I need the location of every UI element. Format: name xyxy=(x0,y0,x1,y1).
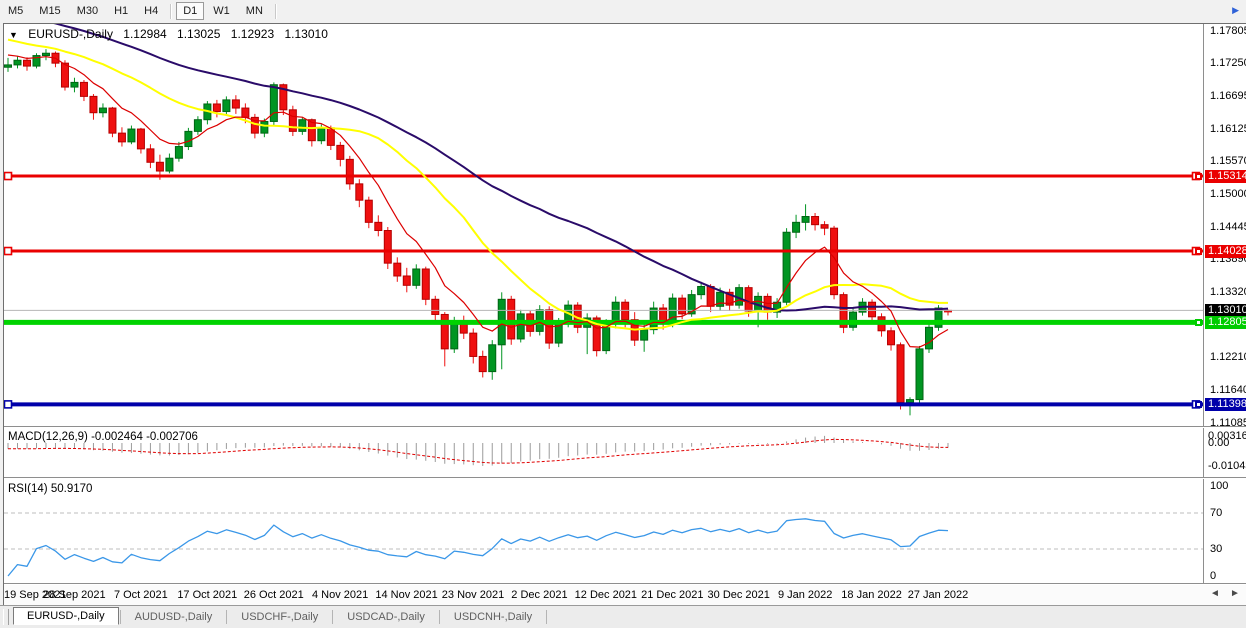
macd-axis-label: 0.00 xyxy=(1208,437,1229,449)
date-axis-label: 4 Nov 2021 xyxy=(312,589,368,601)
chart-tab-usdchf[interactable]: USDCHF-,Daily xyxy=(228,609,331,625)
macd-axis-label: -0.010433 xyxy=(1208,460,1246,472)
hline-handle[interactable] xyxy=(1195,248,1202,255)
price-axis-label: 1.17250 xyxy=(1210,57,1246,69)
ohlc-high: 1.13025 xyxy=(177,27,220,41)
pane-separator-main-macd[interactable] xyxy=(4,426,1246,428)
ohlc-open: 1.12984 xyxy=(123,27,166,41)
chart-tab-eurusd[interactable]: EURUSD-,Daily xyxy=(13,607,119,625)
tab-separator xyxy=(546,610,547,624)
hline-handle[interactable] xyxy=(5,401,12,408)
ma-medium-line xyxy=(8,40,948,330)
date-axis-label: 12 Dec 2021 xyxy=(575,589,637,601)
date-axis-label: 2 Dec 2021 xyxy=(511,589,567,601)
main-price-pane xyxy=(4,13,1203,415)
candlesticks xyxy=(5,49,952,415)
hline-handle[interactable] xyxy=(1195,319,1202,326)
toolbar-overflow-icon[interactable]: ▶ xyxy=(1232,5,1239,16)
date-axis-label: 23 Nov 2021 xyxy=(442,589,504,601)
horizontal-lines[interactable] xyxy=(4,173,1203,408)
price-axis-label: 1.12210 xyxy=(1210,351,1246,363)
timeframe-button-m5[interactable]: M5 xyxy=(1,2,30,20)
chart-tabs-bar: EURUSD-,DailyAUDUSD-,DailyUSDCHF-,DailyU… xyxy=(0,605,1246,628)
symbol-dropdown-icon[interactable]: ▼ xyxy=(9,30,18,40)
date-axis-label: 18 Jan 2022 xyxy=(841,589,902,601)
window-left-border xyxy=(3,23,4,605)
rsi-axis-label: 100 xyxy=(1210,480,1228,492)
timeframe-button-w1[interactable]: W1 xyxy=(206,2,237,20)
tab-separator xyxy=(120,610,121,624)
price-axis-label: 1.14445 xyxy=(1210,221,1246,233)
rsi-pane xyxy=(4,513,1203,576)
toolbar-separator xyxy=(170,4,171,19)
date-axis-label: 21 Dec 2021 xyxy=(641,589,703,601)
date-axis-label: 14 Nov 2021 xyxy=(375,589,437,601)
macd-indicator-label: MACD(12,26,9) -0.002464 -0.002706 xyxy=(8,431,198,443)
hline-price-badge: 1.15314 xyxy=(1205,170,1246,183)
rsi-value: 50.9170 xyxy=(51,483,93,495)
tabbar-gripper[interactable] xyxy=(3,609,9,625)
price-axis-border xyxy=(1203,24,1204,605)
date-axis[interactable]: 19 Sep 202128 Sep 20217 Oct 202117 Oct 2… xyxy=(4,585,1246,605)
hline-handle[interactable] xyxy=(5,248,12,255)
hline-handle[interactable] xyxy=(5,173,12,180)
hline-price-badge: 1.12805 xyxy=(1205,316,1246,329)
rsi-axis-label: 30 xyxy=(1210,543,1222,555)
ma-fast-line xyxy=(8,55,948,347)
tab-separator xyxy=(226,610,227,624)
hline-price-badge: 1.11398 xyxy=(1205,398,1246,411)
chart-tab-audusd[interactable]: AUDUSD-,Daily xyxy=(122,609,226,625)
date-axis-label: 26 Oct 2021 xyxy=(244,589,304,601)
chart-symbol-label: EURUSD-,Daily xyxy=(28,27,113,41)
chart-tab-usdcnh[interactable]: USDCNH-,Daily xyxy=(441,609,545,625)
price-axis-label: 1.17805 xyxy=(1210,25,1246,37)
rsi-axis-label: 70 xyxy=(1210,507,1222,519)
ohlc-close: 1.13010 xyxy=(285,27,328,41)
hline-price-badge: 1.14028 xyxy=(1205,245,1246,258)
date-axis-label: 17 Oct 2021 xyxy=(177,589,237,601)
hline-handle[interactable] xyxy=(1195,401,1202,408)
tab-separator xyxy=(439,610,440,624)
timeframe-button-h4[interactable]: H4 xyxy=(137,2,165,20)
price-axis-label: 1.11640 xyxy=(1210,384,1246,396)
timeframe-toolbar: M5M15M30H1H4 D1W1MN xyxy=(0,0,1246,22)
rsi-line xyxy=(8,519,948,576)
chart-title: ▼ EURUSD-,Daily 1.12984 1.13025 1.12923 … xyxy=(9,27,328,41)
timeframe-button-mn[interactable]: MN xyxy=(239,2,270,20)
chart-tab-usdcad[interactable]: USDCAD-,Daily xyxy=(334,609,438,625)
hline-handle[interactable] xyxy=(1195,173,1202,180)
date-axis-label: 27 Jan 2022 xyxy=(908,589,969,601)
date-axis-label: 28 Sep 2021 xyxy=(43,589,105,601)
macd-values: -0.002464 -0.002706 xyxy=(91,431,198,443)
date-axis-label: 30 Dec 2021 xyxy=(708,589,770,601)
price-chart-canvas[interactable] xyxy=(0,0,1246,628)
window-top-border xyxy=(3,23,1246,24)
tab-separator xyxy=(332,610,333,624)
price-axis-label: 1.16695 xyxy=(1210,90,1246,102)
timeframe-button-h1[interactable]: H1 xyxy=(107,2,135,20)
scroll-left-icon[interactable]: ◄ xyxy=(1210,588,1220,599)
pane-separator-macd-rsi[interactable] xyxy=(4,477,1246,479)
rsi-indicator-label: RSI(14) 50.9170 xyxy=(8,483,92,495)
date-axis-label: 9 Jan 2022 xyxy=(778,589,832,601)
price-axis-label: 1.15000 xyxy=(1210,188,1246,200)
timeframe-button-m15[interactable]: M15 xyxy=(32,2,67,20)
timeframe-button-d1[interactable]: D1 xyxy=(176,2,204,20)
scroll-right-icon[interactable]: ► xyxy=(1230,588,1240,599)
toolbar-separator xyxy=(275,4,276,19)
ohlc-low: 1.12923 xyxy=(231,27,274,41)
price-axis-label: 1.13320 xyxy=(1210,286,1246,298)
date-axis-label: 7 Oct 2021 xyxy=(114,589,168,601)
price-axis-label: 1.16125 xyxy=(1210,123,1246,135)
mt4-terminal: M5M15M30H1H4 D1W1MN ▶ ▼ EURUSD-,Daily 1.1… xyxy=(0,0,1246,628)
timeframe-button-m30[interactable]: M30 xyxy=(70,2,105,20)
price-axis-label: 1.11085 xyxy=(1210,417,1246,429)
rsi-axis-label: 0 xyxy=(1210,570,1216,582)
price-axis-label: 1.15570 xyxy=(1210,155,1246,167)
